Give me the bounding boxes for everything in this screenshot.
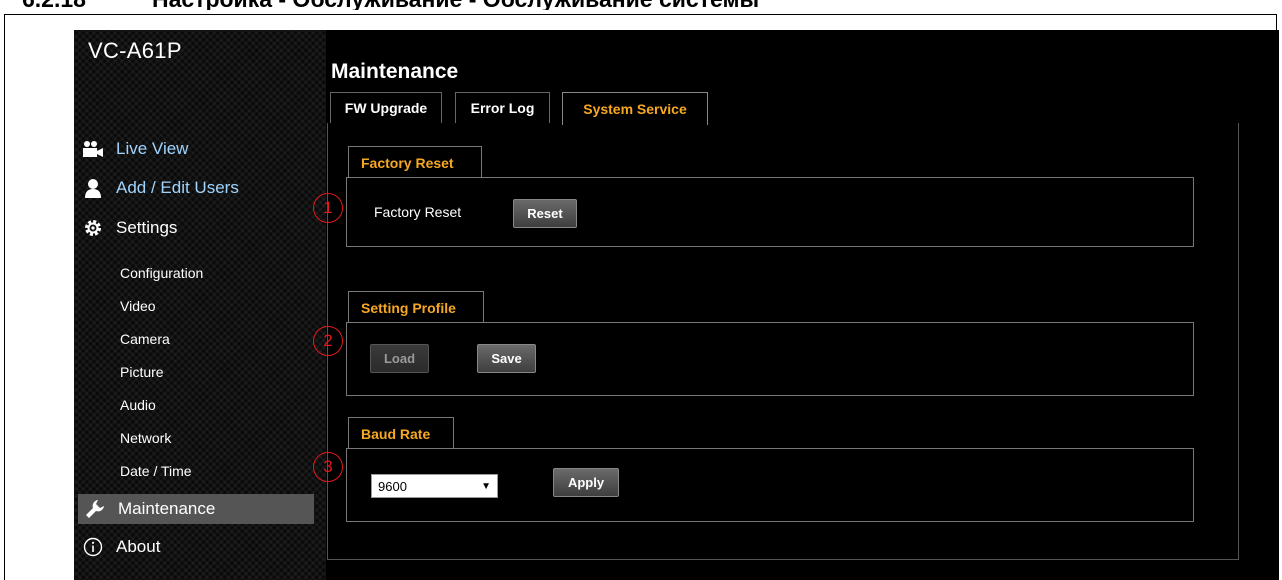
sidebar-subitem-audio[interactable]: Audio [120, 395, 156, 415]
sidebar-item-label: Maintenance [118, 499, 216, 518]
sidebar-item-label: About [116, 537, 161, 556]
document-heading: 6.2.18Настройка - Обслуживание - Обслужи… [22, 0, 759, 10]
sidebar-subitem-picture[interactable]: Picture [120, 362, 164, 382]
tab-fw-upgrade[interactable]: FW Upgrade [330, 92, 442, 123]
baud-rate-value: 9600 [378, 478, 407, 494]
tab-system-service[interactable]: System Service [562, 92, 708, 125]
sidebar-item-users[interactable]: Add / Edit Users [82, 175, 239, 201]
section-box-factory-reset [346, 177, 1194, 247]
camera-icon [82, 138, 104, 160]
info-icon [82, 536, 104, 558]
sidebar-item-label: Settings [116, 218, 178, 237]
load-button[interactable]: Load [370, 344, 429, 373]
sidebar-subitem-date-time[interactable]: Date / Time [120, 461, 192, 481]
gear-icon [82, 217, 104, 239]
sidebar-item-label: Live View [116, 139, 189, 158]
tab-error-log[interactable]: Error Log [455, 92, 550, 123]
apply-button[interactable]: Apply [553, 468, 619, 497]
sidebar-subitem-configuration[interactable]: Configuration [120, 263, 203, 283]
callout-1: 1 [313, 193, 343, 223]
baud-rate-select[interactable]: 9600 ▼ [371, 474, 498, 498]
wrench-icon [84, 498, 106, 520]
sidebar-item-label: Add / Edit Users [116, 178, 239, 197]
factory-reset-label: Factory Reset [374, 204, 462, 220]
reset-button[interactable]: Reset [513, 199, 577, 228]
web-ui-screen: VC-A61P Live View Add / Edit Users Setti… [74, 30, 1279, 580]
save-button[interactable]: Save [477, 344, 536, 373]
section-box-setting-profile [346, 322, 1194, 396]
sidebar-subitem-network[interactable]: Network [120, 428, 171, 448]
sidebar-item-about[interactable]: About [82, 534, 160, 560]
user-icon [82, 177, 104, 199]
heading-number: 6.2.18 [22, 0, 152, 10]
section-tab-baud-rate: Baud Rate [348, 417, 454, 449]
callout-3: 3 [313, 452, 343, 482]
callout-2: 2 [313, 326, 343, 356]
model-name: VC-A61P [88, 38, 182, 63]
sidebar-item-maintenance[interactable]: Maintenance [78, 494, 314, 524]
sidebar: VC-A61P Live View Add / Edit Users Setti… [74, 30, 326, 580]
sidebar-item-live-view[interactable]: Live View [82, 136, 188, 162]
page-title: Maintenance [331, 60, 459, 83]
section-tab-setting-profile: Setting Profile [348, 291, 484, 323]
dropdown-arrow-icon: ▼ [481, 480, 491, 492]
sidebar-item-settings[interactable]: Settings [82, 215, 177, 241]
sidebar-subitem-video[interactable]: Video [120, 296, 156, 316]
heading-text: Настройка - Обслуживание - Обслуживание … [152, 0, 759, 10]
section-tab-factory-reset: Factory Reset [348, 146, 482, 178]
sidebar-subitem-camera[interactable]: Camera [120, 329, 170, 349]
